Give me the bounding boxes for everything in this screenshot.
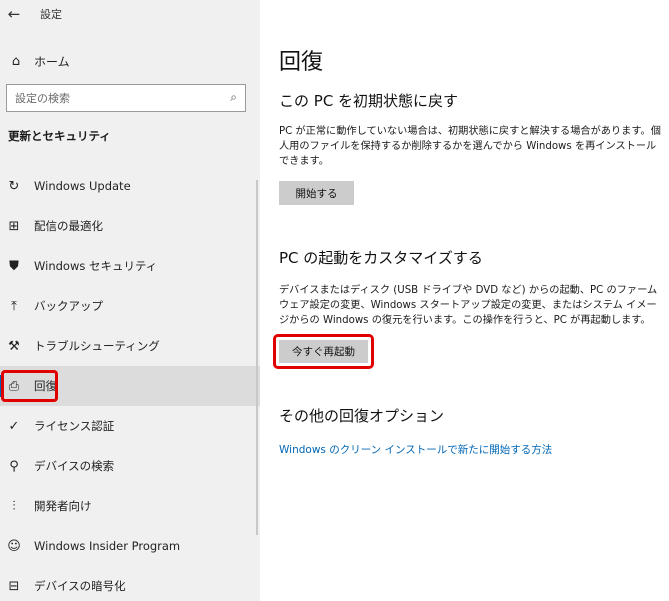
sidebar-item-troubleshoot[interactable]: ⚒ トラブルシューティング xyxy=(0,326,260,366)
recovery-highlight-box xyxy=(1,370,58,402)
main-content: 回復 この PC を初期状態に戻す PC が正常に動作していない場合は、初期状態… xyxy=(260,0,669,601)
home-icon: ⌂ xyxy=(11,53,21,69)
shield-icon: ⛊ xyxy=(9,258,19,274)
sidebar-item-backup[interactable]: ⤒ バックアップ xyxy=(0,286,260,326)
sidebar-item-activation[interactable]: ✓ ライセンス認証 xyxy=(0,406,260,446)
window-title: 設定 xyxy=(40,8,62,21)
sidebar-item-label: デバイスの検索 xyxy=(34,459,115,473)
sidebar-item-find-my-device[interactable]: ⚲ デバイスの検索 xyxy=(0,446,260,486)
sidebar: ← 設定 ⌂ ホーム ⌕ 更新とセキュリティ ↻ Windows Update … xyxy=(0,0,260,601)
sidebar-item-label: バックアップ xyxy=(34,299,103,313)
delivery-optimization-icon: ⊞ xyxy=(8,218,20,234)
sidebar-scrollbar[interactable] xyxy=(256,180,258,535)
section-heading: 更新とセキュリティ xyxy=(8,129,111,143)
sidebar-item-label: 配信の最適化 xyxy=(34,219,103,233)
sidebar-item-windows-security[interactable]: ⛊ Windows セキュリティ xyxy=(0,246,260,286)
sidebar-item-label: Windows Insider Program xyxy=(34,539,181,553)
person-pin-icon: ⚲ xyxy=(9,458,19,474)
back-arrow-icon[interactable]: ← xyxy=(0,0,28,28)
developer-icon: ⫶ xyxy=(12,498,16,514)
get-started-button[interactable]: 開始する xyxy=(279,181,354,205)
more-recovery-heading: その他の回復オプション xyxy=(279,407,445,425)
check-circle-icon: ✓ xyxy=(8,418,20,434)
settings-search-input[interactable] xyxy=(15,91,215,105)
sidebar-item-windows-update[interactable]: ↻ Windows Update xyxy=(0,166,260,206)
settings-search-box[interactable]: ⌕ xyxy=(6,84,246,112)
reset-pc-description: PC が正常に動作していない場合は、初期状態に戻すと解決する場合があります。個人… xyxy=(279,126,661,167)
advanced-startup-description: デバイスまたはディスク (USB ドライブや DVD など) からの起動、PC … xyxy=(279,285,658,326)
clean-install-link[interactable]: Windows のクリーン インストールで新たに開始する方法 xyxy=(279,442,552,457)
page-title: 回復 xyxy=(279,50,324,75)
backup-icon: ⤒ xyxy=(11,298,17,314)
sidebar-item-label: Windows Update xyxy=(34,179,131,193)
title-bar: ← 設定 xyxy=(0,0,260,28)
advanced-startup-heading: PC の起動をカスタマイズする xyxy=(279,249,483,267)
wrench-icon: ⚒ xyxy=(8,338,20,354)
search-icon[interactable]: ⌕ xyxy=(230,90,237,105)
restart-highlight-box xyxy=(273,334,374,369)
sidebar-item-label: トラブルシューティング xyxy=(34,339,160,353)
refresh-icon: ↻ xyxy=(8,178,20,194)
sidebar-item-device-encryption[interactable]: ⊟ デバイスの暗号化 xyxy=(0,566,260,601)
sidebar-item-delivery-optimization[interactable]: ⊞ 配信の最適化 xyxy=(0,206,260,246)
sidebar-item-insider-program[interactable]: ☺ Windows Insider Program xyxy=(0,526,260,566)
sidebar-item-label: ライセンス認証 xyxy=(34,419,115,433)
reset-pc-heading: この PC を初期状態に戻す xyxy=(279,92,459,110)
insider-icon: ☺ xyxy=(7,538,21,554)
sidebar-item-for-developers[interactable]: ⫶ 開発者向け xyxy=(0,486,260,526)
sidebar-item-label: デバイスの暗号化 xyxy=(34,579,126,593)
home-nav-item[interactable]: ⌂ ホーム xyxy=(0,46,260,76)
sidebar-item-label: Windows セキュリティ xyxy=(34,259,158,273)
sidebar-item-label: 開発者向け xyxy=(34,499,92,513)
encryption-icon: ⊟ xyxy=(8,578,20,594)
home-label: ホーム xyxy=(34,54,70,69)
